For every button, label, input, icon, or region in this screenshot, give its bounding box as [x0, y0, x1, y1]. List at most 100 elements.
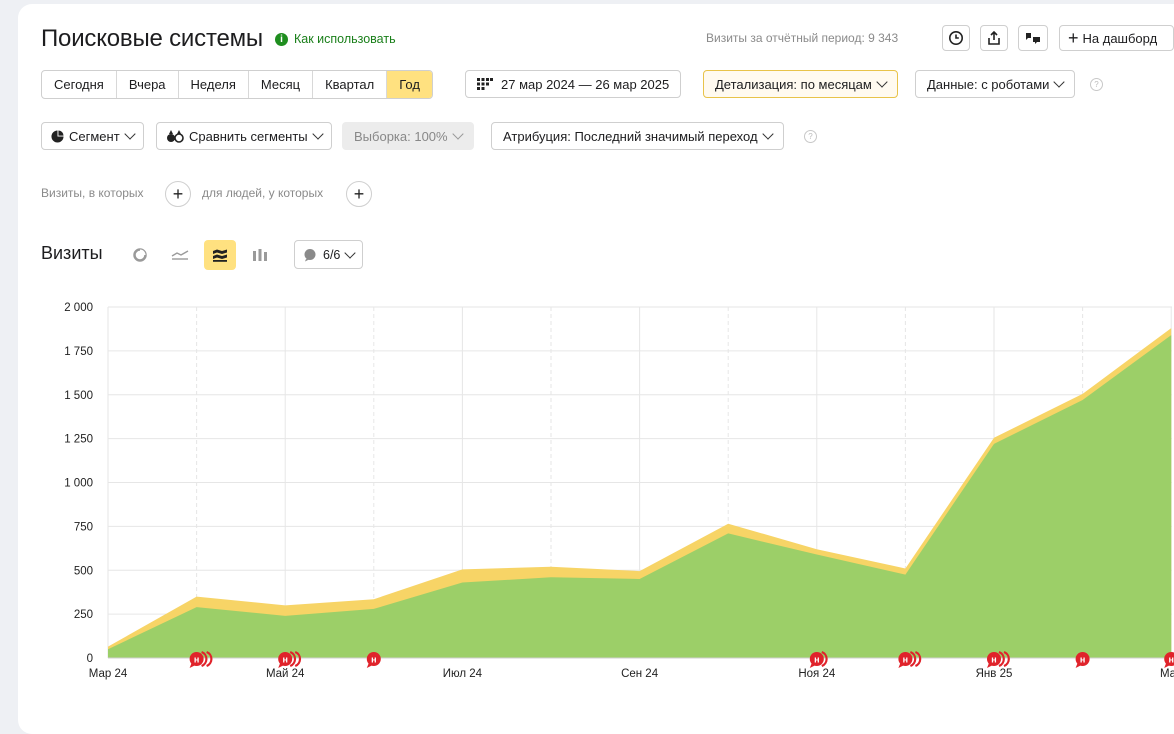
- note-letter: н: [1168, 655, 1173, 665]
- chevron-down-icon: [344, 246, 357, 259]
- bar-chart-icon: [253, 249, 267, 261]
- sample-label: Выборка: 100%: [354, 128, 448, 144]
- export-button[interactable]: [980, 25, 1008, 51]
- x-tick-label: Янв 25: [976, 668, 1013, 680]
- y-tick-label: 1 250: [64, 434, 93, 446]
- chart-type-bar[interactable]: [244, 240, 276, 270]
- x-tick-label: Сен 24: [621, 668, 659, 680]
- data-point[interactable]: [460, 567, 464, 571]
- y-tick-label: 1 000: [64, 478, 93, 490]
- segment-label: Сегмент: [69, 128, 120, 144]
- data-dropdown[interactable]: Данные: с роботами: [915, 70, 1076, 98]
- notes-dropdown[interactable]: 6/6: [294, 240, 364, 269]
- period-week[interactable]: Неделя: [179, 71, 249, 98]
- data-point[interactable]: [815, 547, 819, 551]
- attribution-dropdown[interactable]: Атрибуция: Последний значимый переход: [491, 122, 784, 150]
- period-month[interactable]: Месяц: [249, 71, 314, 98]
- pie-chart-icon: [133, 248, 147, 262]
- compare-label: Сравнить сегменты: [189, 128, 308, 144]
- howto-link[interactable]: i Как использовать: [274, 32, 396, 46]
- add-to-dashboard-button[interactable]: + На дашборд: [1059, 25, 1174, 51]
- plus-icon: +: [353, 183, 365, 204]
- help-icon[interactable]: ?: [804, 130, 817, 143]
- x-tick-label: Мар 24: [89, 668, 128, 680]
- x-tick-label: Июл 24: [443, 668, 483, 680]
- compare-icon: [167, 129, 184, 143]
- chevron-down-icon: [876, 76, 888, 88]
- data-point[interactable]: [106, 645, 110, 649]
- y-tick-label: 1 750: [64, 346, 93, 358]
- chart-type-line[interactable]: [164, 240, 196, 270]
- data-point[interactable]: [1081, 392, 1085, 396]
- detail-label: Детализация: по месяцам: [715, 76, 872, 92]
- data-point[interactable]: [195, 595, 199, 599]
- y-tick-label: 2 000: [64, 302, 93, 314]
- chevron-down-icon: [124, 128, 136, 140]
- clock-icon: [949, 31, 963, 45]
- note-letter: н: [1080, 655, 1085, 665]
- period-today[interactable]: Сегодня: [42, 71, 117, 98]
- x-tick-label: Май 24: [266, 668, 305, 680]
- chevron-down-icon: [451, 128, 464, 140]
- plus-icon: +: [1068, 28, 1079, 48]
- chevron-down-icon: [1053, 76, 1066, 88]
- data-point[interactable]: [1169, 326, 1173, 330]
- data-label: Данные: с роботами: [927, 76, 1050, 92]
- note-marker[interactable]: н: [366, 652, 381, 668]
- comment-icon: [304, 248, 316, 261]
- data-point[interactable]: [638, 569, 642, 573]
- period-quarter[interactable]: Квартал: [313, 71, 388, 98]
- page-header: Поисковые системы i Как использовать: [41, 24, 396, 54]
- note-letter: н: [194, 655, 199, 665]
- detail-dropdown[interactable]: Детализация: по месяцам: [703, 70, 898, 98]
- calendar-icon: [477, 78, 493, 90]
- dashboard-label: На дашборд: [1082, 30, 1158, 46]
- data-point[interactable]: [283, 603, 287, 607]
- y-tick-label: 0: [87, 653, 93, 665]
- date-range-button[interactable]: 27 мар 2024 — 26 мар 2025: [465, 70, 682, 98]
- y-tick-label: 1 500: [64, 390, 93, 402]
- note-marker[interactable]: н: [809, 650, 828, 668]
- period-year[interactable]: Год: [387, 71, 432, 98]
- y-tick-label: 250: [74, 609, 93, 621]
- visits-summary: Визиты за отчётный период: 9 343: [706, 31, 899, 45]
- add-people-filter-button[interactable]: +: [346, 181, 372, 207]
- data-point[interactable]: [903, 566, 907, 570]
- share-icon: [988, 30, 1000, 45]
- note-letter: н: [371, 655, 376, 665]
- data-point[interactable]: [726, 522, 730, 526]
- note-letter: н: [991, 655, 996, 665]
- chevron-down-icon: [311, 128, 324, 140]
- data-point[interactable]: [372, 597, 376, 601]
- compare-segments-dropdown[interactable]: Сравнить сегменты: [156, 122, 332, 150]
- chart-type-pie[interactable]: [124, 240, 156, 270]
- segment-dropdown[interactable]: Сегмент: [41, 122, 144, 150]
- data-point[interactable]: [549, 565, 553, 569]
- history-button[interactable]: [942, 25, 970, 51]
- period-selector: Сегодня Вчера Неделя Месяц Квартал Год: [41, 70, 433, 99]
- note-letter: н: [282, 655, 287, 665]
- line-chart-icon: [171, 250, 189, 260]
- note-letter: н: [903, 655, 908, 665]
- data-point[interactable]: [992, 436, 996, 440]
- visits-area-chart: 0 250 500 750 1 000 1 250 1 500 1 750 2 000 Мар 2…: [64, 302, 1174, 680]
- plus-icon: +: [172, 183, 184, 204]
- notes-label: 6/6: [323, 247, 341, 262]
- thumbs-icon: [1026, 33, 1040, 44]
- x-tick-label: Мар: [1160, 668, 1174, 680]
- note-letter: н: [814, 655, 819, 665]
- help-icon[interactable]: ?: [1090, 78, 1103, 91]
- sample-dropdown[interactable]: Выборка: 100%: [342, 122, 474, 150]
- visits-filter-label: Визиты, в которых: [41, 186, 144, 200]
- add-visit-filter-button[interactable]: +: [165, 181, 191, 207]
- period-yesterday[interactable]: Вчера: [117, 71, 179, 98]
- people-filter-label: для людей, у которых: [202, 186, 324, 200]
- note-marker[interactable]: н: [1075, 652, 1090, 668]
- info-icon: i: [274, 32, 288, 46]
- chevron-down-icon: [761, 128, 774, 140]
- date-range-label: 27 мар 2024 — 26 мар 2025: [501, 76, 670, 92]
- chart-type-area[interactable]: [204, 240, 236, 270]
- x-tick-label: Ноя 24: [798, 668, 836, 680]
- feedback-button[interactable]: [1018, 25, 1048, 51]
- howto-label: Как использовать: [293, 32, 396, 46]
